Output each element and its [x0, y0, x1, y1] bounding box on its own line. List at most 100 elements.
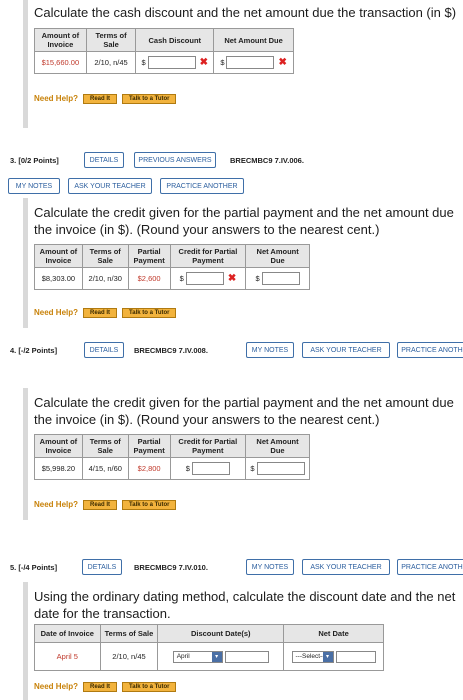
question-code: BRECMBC9 7.IV.010. [134, 563, 208, 572]
partial-payment-value: $2,600 [127, 267, 171, 290]
table-row: April 5 2/10, n/45 April ▾ ---Select--- ▾ [34, 642, 384, 671]
answer-table-4: Amount of Invoice Terms of Sale Partial … [34, 434, 310, 480]
dollar-sign: $ [179, 274, 184, 283]
table-row: $15,660.00 2/10, n/45 $ ✖ $ ✖ [34, 51, 294, 74]
amount-value: $8,303.00 [34, 267, 83, 290]
discount-day-input[interactable] [224, 650, 269, 663]
col-cash-discount: Cash Discount [135, 28, 215, 52]
talk-to-tutor-button[interactable]: Talk to a Tutor [122, 500, 177, 510]
incorrect-icon: ✖ [227, 273, 237, 284]
col-amount-of-invoice: Amount of Invoice [34, 28, 87, 52]
amount-value: $15,660.00 [34, 51, 87, 74]
net-amount-cell: $ [245, 457, 310, 480]
my-notes-button[interactable]: MY NOTES [246, 342, 294, 358]
col-net-amount-due: Net Amount Due [213, 28, 294, 52]
read-it-button[interactable]: Read It [83, 308, 118, 318]
chevron-down-icon: ▾ [322, 651, 333, 662]
dollar-sign: $ [255, 274, 260, 283]
net-day-input[interactable] [335, 650, 376, 663]
answer-table-3: Amount of Invoice Terms of Sale Partial … [34, 244, 310, 290]
discount-month-select[interactable]: April ▾ [172, 650, 223, 663]
credit-cell: $ [169, 457, 247, 480]
amount-value: $5,998.20 [34, 457, 83, 480]
col-terms-of-sale: Terms of Sale [81, 434, 129, 458]
dollar-sign: $ [141, 58, 146, 67]
invoice-date-value: April 5 [34, 642, 101, 671]
col-net-amount-due: Net Amount Due [245, 434, 310, 458]
credit-input[interactable] [191, 462, 230, 475]
question-code: BRECMBC9 7.IV.008. [134, 346, 208, 355]
partial-payment-value: $2,800 [127, 457, 171, 480]
cash-discount-cell: $ ✖ [135, 51, 215, 74]
question-header-4: 4. [-/2 Points] DETAILS BRECMBC9 7.IV.00… [0, 342, 463, 364]
chevron-down-icon: ▾ [211, 651, 222, 662]
talk-to-tutor-button[interactable]: Talk to a Tutor [122, 94, 177, 104]
net-month-select[interactable]: ---Select--- ▾ [291, 650, 334, 663]
need-help: Need Help? Read It Talk to a Tutor [34, 682, 177, 692]
question-panel-5: Using the ordinary dating method, calcul… [23, 582, 463, 700]
col-credit-partial-payment: Credit for Partial Payment [169, 434, 247, 458]
question-panel-3: Calculate the credit given for the parti… [23, 198, 463, 328]
read-it-button[interactable]: Read It [83, 682, 118, 692]
question-code: BRECMBC9 7.IV.006. [230, 156, 304, 165]
terms-value: 2/10, n/30 [81, 267, 129, 290]
ask-teacher-button[interactable]: ASK YOUR TEACHER [302, 342, 390, 358]
net-amount-input[interactable] [261, 272, 300, 285]
dollar-sign: $ [185, 464, 190, 473]
details-button[interactable]: DETAILS [84, 152, 124, 168]
net-amount-input[interactable] [256, 462, 305, 475]
ask-teacher-button[interactable]: ASK YOUR TEACHER [68, 178, 152, 194]
net-date-cell: ---Select--- ▾ [283, 642, 384, 671]
details-button[interactable]: DETAILS [84, 342, 124, 358]
talk-to-tutor-button[interactable]: Talk to a Tutor [122, 308, 177, 318]
col-terms-of-sale: Terms of Sale [99, 624, 159, 643]
net-amount-input[interactable] [226, 56, 275, 69]
col-amount-of-invoice: Amount of Invoice [34, 244, 83, 268]
ask-teacher-button[interactable]: ASK YOUR TEACHER [302, 559, 390, 575]
table-row: $5,998.20 4/15, n/60 $2,800 $ $ [34, 457, 310, 480]
talk-to-tutor-button[interactable]: Talk to a Tutor [122, 682, 177, 692]
points-label: 4. [-/2 Points] [10, 346, 58, 355]
details-button[interactable]: DETAILS [82, 559, 122, 575]
discount-month-value: April [176, 652, 190, 660]
read-it-button[interactable]: Read It [83, 94, 118, 104]
read-it-button[interactable]: Read It [83, 500, 118, 510]
practice-another-button[interactable]: PRACTICE ANOTHER [160, 178, 244, 194]
col-discount-dates: Discount Date(s) [157, 624, 285, 643]
dollar-sign: $ [250, 464, 255, 473]
col-net-amount-due: Net Amount Due [245, 244, 310, 268]
need-help-label: Need Help? [34, 308, 79, 318]
discount-date-cell: April ▾ [157, 642, 285, 671]
net-amount-cell: $ ✖ [213, 51, 294, 74]
page: Calculate the cash discount and the net … [0, 0, 463, 700]
need-help-label: Need Help? [34, 500, 79, 510]
terms-value: 2/10, n/45 [85, 51, 137, 74]
need-help: Need Help? Read It Talk to a Tutor [34, 94, 177, 104]
question-text-5: Using the ordinary dating method, calcul… [34, 589, 456, 621]
net-amount-cell: $ [245, 267, 310, 290]
points-label: 3. [0/2 Points] [10, 156, 59, 165]
terms-value: 4/15, n/60 [81, 457, 129, 480]
need-help: Need Help? Read It Talk to a Tutor [34, 308, 177, 318]
question-header-5: 5. [-/4 Points] DETAILS BRECMBC9 7.IV.01… [0, 559, 463, 581]
question-panel-4: Calculate the credit given for the parti… [23, 388, 463, 520]
need-help-label: Need Help? [34, 682, 79, 692]
my-notes-button[interactable]: MY NOTES [246, 559, 294, 575]
col-partial-payment: Partial Payment [127, 244, 171, 268]
question-text-3: Calculate the credit given for the parti… [34, 205, 454, 237]
practice-another-button[interactable]: PRACTICE ANOTH [397, 342, 463, 358]
incorrect-icon: ✖ [199, 57, 209, 68]
col-net-date: Net Date [283, 624, 384, 643]
need-help: Need Help? Read It Talk to a Tutor [34, 500, 177, 510]
credit-cell: $ ✖ [169, 267, 247, 290]
my-notes-button[interactable]: MY NOTES [8, 178, 60, 194]
practice-another-button[interactable]: PRACTICE ANOTH [397, 559, 463, 575]
col-partial-payment: Partial Payment [127, 434, 171, 458]
previous-answers-button[interactable]: PREVIOUS ANSWERS [134, 152, 216, 168]
credit-input[interactable] [185, 272, 224, 285]
cash-discount-input[interactable] [147, 56, 196, 69]
col-amount-of-invoice: Amount of Invoice [34, 434, 83, 458]
col-terms-of-sale: Terms of Sale [81, 244, 129, 268]
col-credit-partial-payment: Credit for Partial Payment [169, 244, 247, 268]
col-terms-of-sale: Terms of Sale [85, 28, 137, 52]
